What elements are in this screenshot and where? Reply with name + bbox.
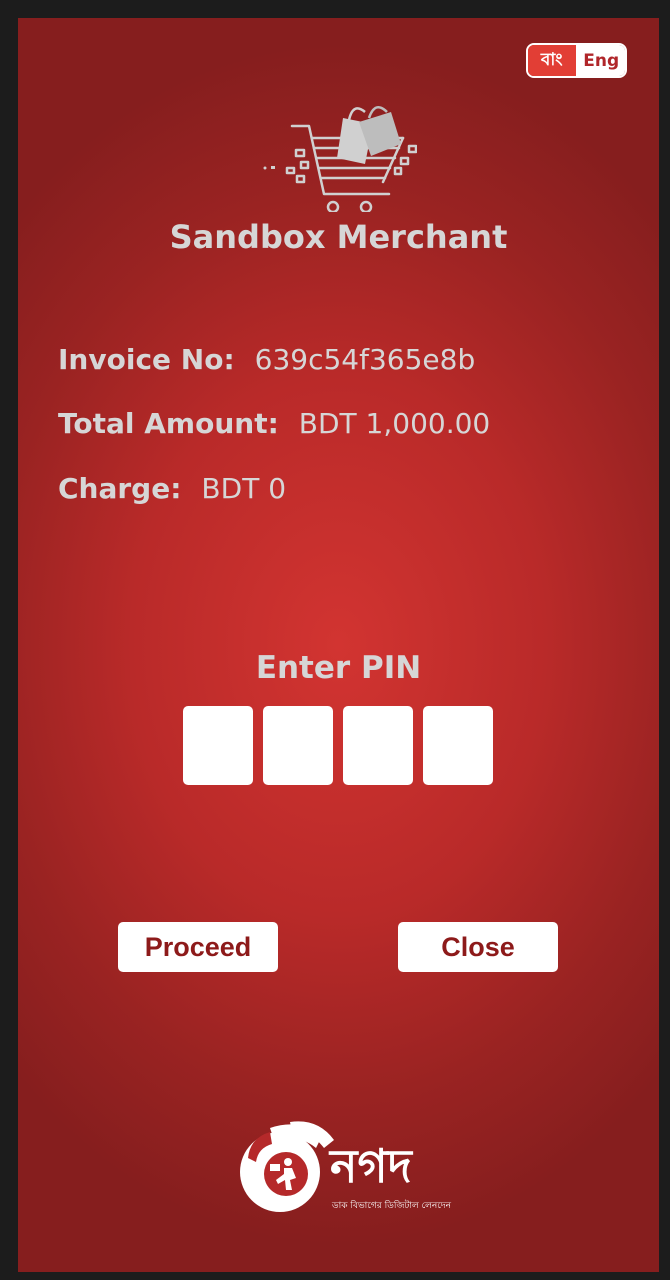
language-toggle: বাং Eng <box>526 43 627 78</box>
close-button[interactable]: Close <box>398 922 558 972</box>
total-amount-row: Total Amount: BDT 1,000.00 <box>58 407 490 440</box>
total-amount-label: Total Amount: <box>58 407 279 440</box>
invoice-row: Invoice No: 639c54f365e8b <box>58 343 475 376</box>
charge-label: Charge: <box>58 472 182 505</box>
invoice-value: 639c54f365e8b <box>254 343 476 376</box>
pin-digit-4-input[interactable] <box>423 706 493 785</box>
brand-name: নগদ <box>328 1139 414 1193</box>
shopping-cart-icon <box>263 105 417 212</box>
language-english-button[interactable]: Eng <box>577 45 625 76</box>
nagad-logo-icon <box>240 1121 334 1212</box>
pin-digit-2-input[interactable] <box>263 706 333 785</box>
payment-page: বাং Eng Sandbox Merchant Invoice No: 639… <box>18 18 659 1272</box>
merchant-name: Sandbox Merchant <box>169 218 508 256</box>
charge-value: BDT 0 <box>201 472 287 505</box>
total-amount-value: BDT 1,000.00 <box>298 407 491 440</box>
pin-digit-1-input[interactable] <box>183 706 253 785</box>
proceed-button[interactable]: Proceed <box>118 922 278 972</box>
brand-tagline: ডাক বিভাগের ডিজিটাল লেনদেন <box>331 1199 452 1211</box>
pin-title: Enter PIN <box>255 650 422 686</box>
invoice-label: Invoice No: <box>58 343 235 376</box>
language-bangla-button[interactable]: বাং <box>528 45 578 76</box>
charge-row: Charge: BDT 0 <box>58 472 286 505</box>
pin-digit-3-input[interactable] <box>343 706 413 785</box>
nagad-logo: নগদ ডাক বিভাগের ডিজিটাল লেনদেন <box>240 1121 452 1212</box>
